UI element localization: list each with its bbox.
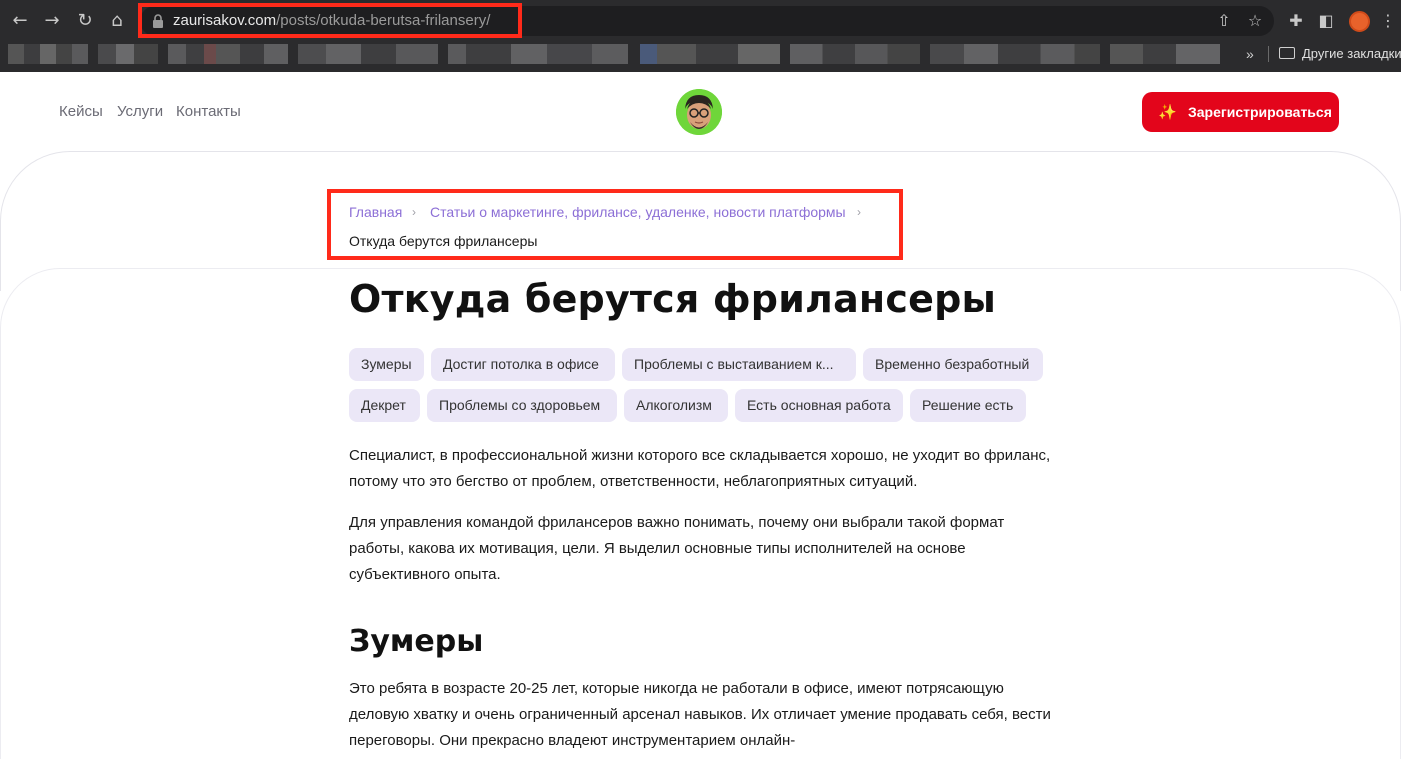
tag-chip[interactable]: Есть основная работа [735, 389, 903, 422]
article-paragraph: Это ребята в возрасте 20-25 лет, которые… [349, 680, 1051, 749]
nav-link-contacts[interactable]: Контакты [176, 103, 241, 120]
page-title: Откуда берутся фрилансеры [349, 277, 997, 321]
tag-chip[interactable]: Зумеры [349, 348, 424, 381]
folder-icon [1279, 47, 1295, 59]
article-paragraph: Специалист, в профессиональной жизни кот… [349, 447, 1051, 490]
avatar-face-icon [676, 89, 722, 135]
tag-chip[interactable]: Временно безработный [863, 348, 1043, 381]
reload-icon[interactable]: ↻ [74, 10, 96, 32]
breadcrumb-highlight-annotation [327, 189, 903, 260]
side-panel-icon[interactable]: ◧ [1316, 11, 1336, 31]
article-paragraph: Для управления командой фрилансеров важн… [349, 514, 1005, 583]
blurred-bookmark[interactable] [790, 44, 920, 64]
other-bookmarks-folder[interactable]: Другие закладки [1302, 46, 1401, 61]
blurred-bookmark[interactable] [930, 44, 1100, 64]
blurred-bookmark[interactable] [168, 44, 288, 64]
menu-kebab-icon[interactable]: ⋮ [1378, 11, 1398, 31]
blurred-bookmark[interactable] [298, 44, 438, 64]
section-heading: Зумеры [349, 624, 484, 659]
blurred-bookmark[interactable] [8, 44, 88, 64]
register-button[interactable]: ✨ Зарегистрироваться [1142, 92, 1339, 132]
blurred-bookmark[interactable] [1110, 44, 1220, 64]
bookmarks-divider [1268, 46, 1269, 62]
bookmark-star-icon[interactable]: ☆ [1245, 11, 1265, 31]
back-arrow-icon[interactable]: ← [9, 10, 31, 32]
tag-chip[interactable]: Декрет [349, 389, 420, 422]
profile-avatar-icon[interactable] [1349, 11, 1370, 32]
magic-wand-icon: ✨ [1158, 104, 1177, 121]
blurred-bookmark[interactable] [640, 44, 780, 64]
share-icon[interactable]: ⇧ [1214, 11, 1234, 31]
register-button-label: Зарегистрироваться [1188, 104, 1332, 120]
nav-link-cases[interactable]: Кейсы [59, 103, 103, 120]
site-logo-avatar[interactable] [676, 89, 722, 135]
forward-arrow-icon[interactable]: → [41, 10, 63, 32]
tag-chip[interactable]: Алкоголизм [624, 389, 728, 422]
tag-chip[interactable]: Проблемы со здоровьем [427, 389, 617, 422]
home-icon[interactable]: ⌂ [106, 10, 128, 32]
tag-chip[interactable]: Достиг потолка в офисе [431, 348, 615, 381]
bookmarks-overflow-chevron[interactable]: » [1246, 46, 1254, 62]
nav-link-services[interactable]: Услуги [117, 103, 163, 120]
url-highlight-annotation [138, 3, 522, 38]
tag-chip[interactable]: Проблемы с выстаиванием к... [622, 348, 856, 381]
extensions-puzzle-icon[interactable]: ✚ [1286, 11, 1306, 31]
blurred-bookmark[interactable] [448, 44, 628, 64]
blurred-bookmark[interactable] [98, 44, 158, 64]
tag-chip[interactable]: Решение есть [910, 389, 1026, 422]
